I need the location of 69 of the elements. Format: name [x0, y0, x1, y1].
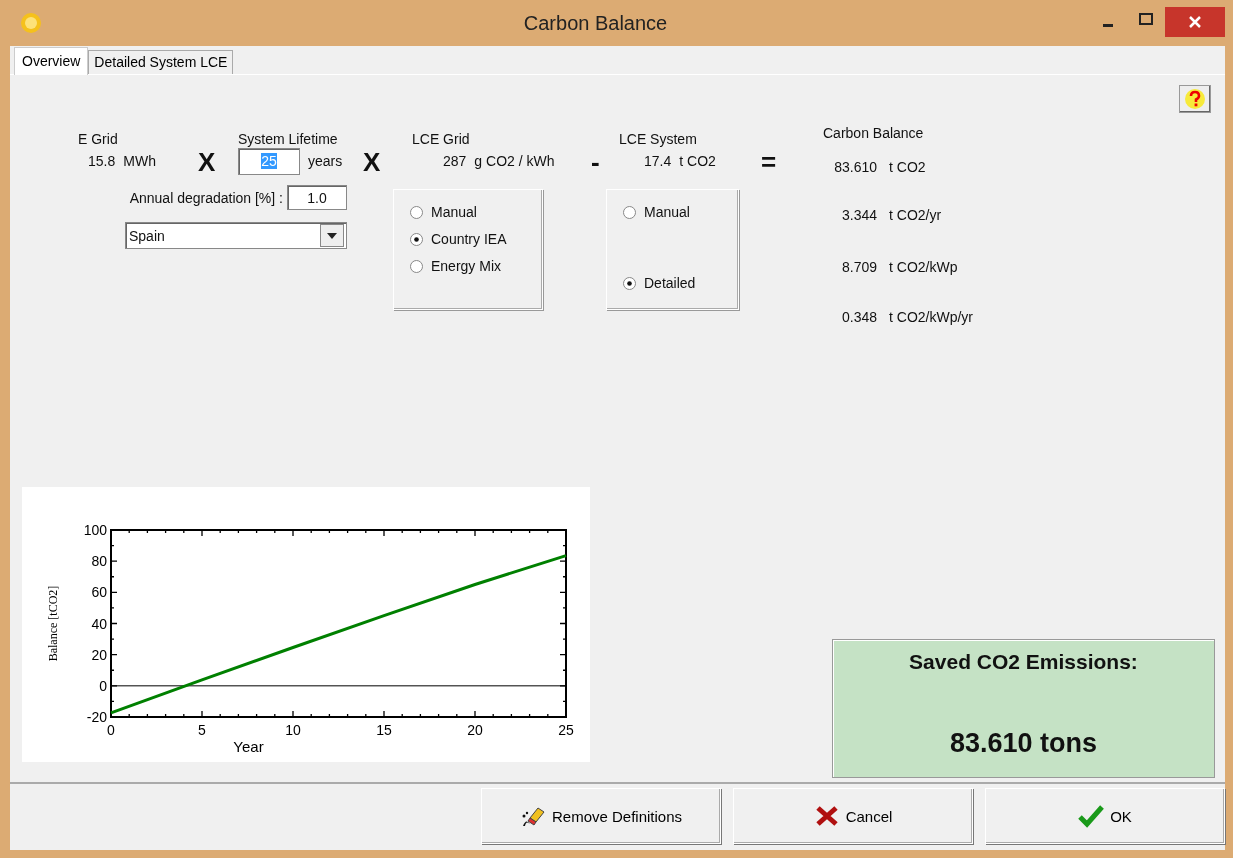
axis-label: Balance [tCO2]	[46, 585, 60, 662]
unit-text: years	[308, 153, 343, 169]
operator-sign: X	[198, 149, 217, 175]
unit-text: MWh	[123, 153, 156, 169]
cancel-button[interactable]: Cancel	[733, 788, 973, 844]
field-label: Annual degradation [%] :	[129, 189, 283, 206]
tick-label: 25	[558, 722, 574, 738]
close-icon	[1188, 15, 1202, 29]
tick-label: 0	[107, 722, 115, 738]
checkmark-icon	[1078, 804, 1105, 828]
operator-sign: =	[760, 149, 778, 175]
remove-definitions-button[interactable]: Remove Definitions	[481, 788, 721, 844]
value-text: 287	[443, 153, 467, 169]
tick-label: 5	[198, 722, 206, 738]
value-text: 17.4	[644, 153, 672, 169]
tick-label: 60	[91, 584, 107, 601]
tick-label: 80	[91, 553, 107, 570]
value-text: 83.610	[833, 159, 877, 175]
tick-label: 20	[91, 646, 107, 663]
operator-sign: -	[591, 149, 601, 175]
ok-button[interactable]: OK	[985, 788, 1225, 844]
unit-text: t CO2	[889, 159, 926, 175]
value-text: 15.8	[88, 153, 116, 169]
country-dropdown[interactable]: Spain	[125, 222, 347, 249]
value-text: 0.348	[840, 309, 877, 325]
tick-label: 0	[99, 677, 107, 694]
column-label: LCE Grid	[411, 131, 471, 147]
column-label: Carbon Balance	[823, 125, 925, 141]
unit-text: t CO2	[679, 153, 716, 169]
tab[interactable]: Overview	[14, 47, 89, 75]
minimize-icon	[1103, 24, 1113, 27]
tick-label: 15	[376, 722, 392, 738]
window-title: Carbon Balance	[522, 11, 669, 35]
radio-button[interactable]	[410, 259, 423, 273]
operator-sign: X	[363, 149, 382, 175]
degradation-field[interactable]: 1.0	[287, 185, 347, 210]
radio-option[interactable]: Energy Mix	[410, 258, 530, 274]
radio-option[interactable]: Manual	[623, 204, 726, 220]
tick-label: 40	[91, 615, 107, 632]
unit-text: g CO2 / kWh	[474, 153, 555, 169]
help-button[interactable]	[1179, 85, 1211, 113]
radio-button[interactable]	[623, 205, 636, 219]
unit-text: t CO2/kWp/yr	[889, 309, 973, 325]
unit-text: t CO2/kWp	[889, 259, 958, 275]
app-icon	[20, 12, 42, 34]
radio-option[interactable]: Country IEA	[410, 231, 530, 247]
column-label: E Grid	[77, 131, 119, 147]
tab[interactable]: Detailed System LCE	[88, 50, 234, 74]
tick-label: 10	[285, 722, 301, 738]
radio-option[interactable]: Detailed	[623, 275, 726, 291]
tick-label: -20	[86, 709, 107, 725]
radio-option[interactable]: Manual	[410, 204, 530, 220]
axis-label: Year	[233, 738, 264, 755]
unit-text: t CO2/yr	[889, 207, 942, 223]
column-label: System Lifetime	[238, 131, 339, 147]
summary-title: Saved CO2 Emissions:	[909, 650, 1138, 674]
value-text: 3.344	[840, 207, 877, 223]
tick-label: 100	[83, 522, 107, 538]
close-button[interactable]	[1165, 7, 1225, 37]
maximize-icon	[1139, 13, 1153, 25]
radio-button[interactable]	[410, 205, 423, 219]
value-text: 8.709	[840, 259, 877, 275]
radio-button[interactable]	[410, 232, 423, 246]
column-label: LCE System	[618, 131, 698, 147]
tick-label: 20	[467, 722, 483, 738]
radio-button[interactable]	[623, 276, 636, 290]
summary-value: 83.610 tons	[949, 728, 1098, 759]
help-icon	[1184, 88, 1206, 110]
dropdown-arrow-icon	[327, 232, 337, 239]
